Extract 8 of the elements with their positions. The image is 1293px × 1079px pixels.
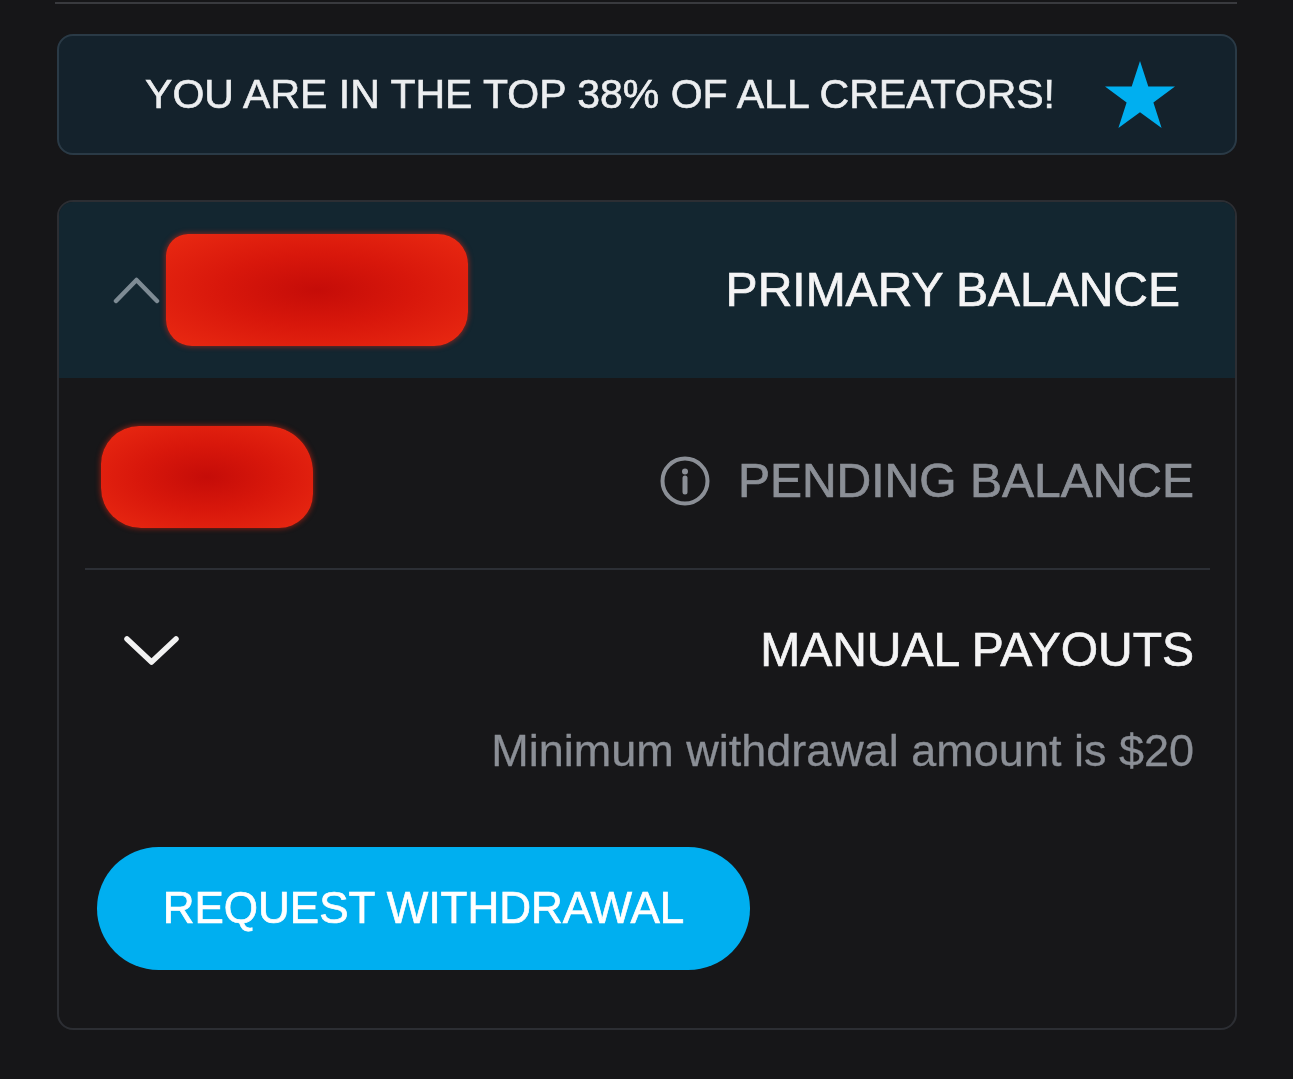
rank-message: YOU ARE IN THE TOP 38% OF ALL CREATORS! <box>145 70 1055 119</box>
info-icon[interactable] <box>659 456 710 506</box>
star-icon <box>1105 61 1175 128</box>
manual-payouts-label: MANUAL PAYOUTS <box>760 622 1194 678</box>
pending-balance-label: PENDING BALANCE <box>737 453 1194 509</box>
primary-balance-label: PRIMARY BALANCE <box>725 262 1180 318</box>
minimum-withdrawal-note: Minimum withdrawal amount is $20 <box>491 725 1194 777</box>
primary-balance-header[interactable]: PRIMARY BALANCE <box>59 202 1235 378</box>
